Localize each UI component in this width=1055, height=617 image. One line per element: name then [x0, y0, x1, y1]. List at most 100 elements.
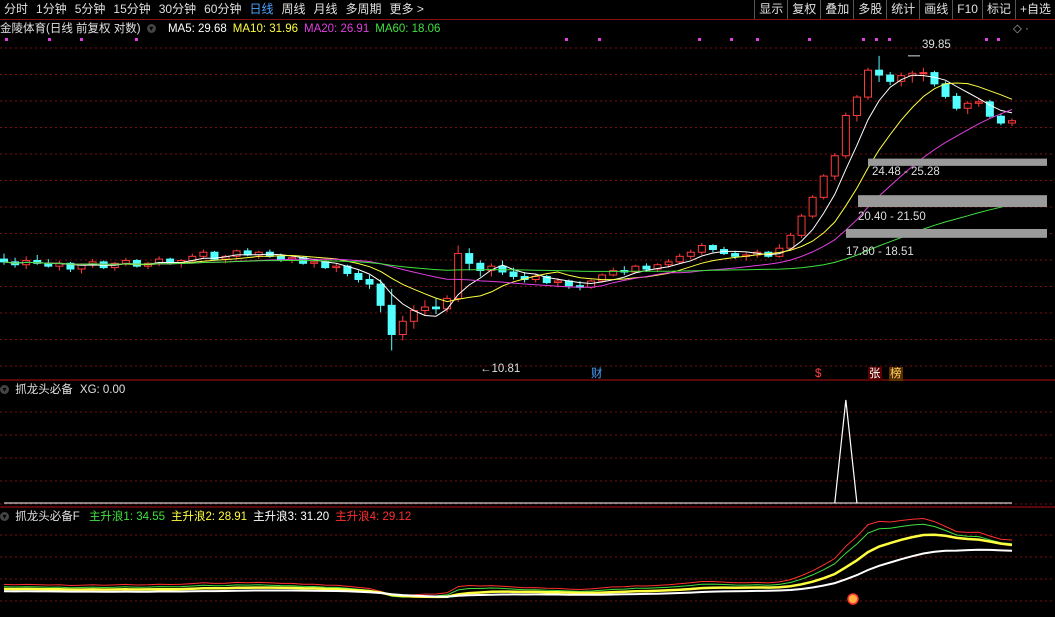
- candle-body: [443, 298, 452, 310]
- period-tab-3[interactable]: 15分钟: [109, 0, 154, 19]
- signal-dot: [997, 38, 1000, 41]
- ma-label-2: MA20: 26.91: [304, 23, 370, 35]
- candle-body: [675, 255, 684, 263]
- dividend-event-marker[interactable]: $: [815, 367, 821, 381]
- candle-body: [0, 258, 8, 263]
- toolbar-button-4[interactable]: 统计: [886, 0, 919, 19]
- period-tab-0[interactable]: 分时: [0, 0, 32, 19]
- candle-body: [697, 245, 706, 253]
- candle-body: [365, 278, 374, 285]
- candle-body: [498, 265, 507, 273]
- candle-body: [465, 253, 474, 264]
- toolbar-buttons: 显示 复权 叠加 多股 统计 画线 F10 标记 +自选: [754, 0, 1055, 19]
- period-tab-8[interactable]: 月线: [310, 0, 342, 19]
- gap-label-3: 17.80 - 18.51: [846, 246, 914, 258]
- candle-body: [432, 306, 440, 310]
- candle-body: [808, 196, 817, 217]
- high-price-label: 39.85: [922, 39, 951, 51]
- candle-body: [420, 306, 429, 312]
- toolbar-button-7[interactable]: 标记: [981, 0, 1015, 19]
- signal-dot: [808, 38, 811, 41]
- stock-title: 金陵体育(日线 前复权 对数): [0, 23, 141, 35]
- low-price-label: ←10.81: [480, 363, 521, 375]
- toolbar-button-5[interactable]: 画线: [919, 0, 952, 19]
- main-panel-header: 金陵体育(日线 前复权 对数) ▾ MA5: 29.68 MA10: 31.96 M…: [0, 22, 440, 36]
- candle-body: [731, 253, 740, 257]
- more-menu[interactable]: 更多 >: [386, 0, 428, 19]
- rank-list-event-marker[interactable]: 榜: [889, 367, 903, 381]
- toolbar-button-6[interactable]: F10: [952, 0, 982, 19]
- period-toolbar: 分时 1分钟 5分钟 15分钟 30分钟 60分钟 日线 周线 月线 多周期 更多 > 显示 复权 叠加…: [0, 0, 1055, 20]
- xg-spike: [834, 399, 858, 504]
- panel-settings-icon[interactable]: ▾: [0, 512, 9, 522]
- toolbar-button-3[interactable]: 多股: [853, 0, 886, 19]
- period-tab-9[interactable]: 多周期: [342, 0, 386, 19]
- signal-dot: [698, 38, 701, 41]
- gap-label-2: 20.40 - 21.50: [858, 211, 926, 223]
- panel-options-icon[interactable]: ◇ ·: [1013, 22, 1029, 36]
- candle-body: [598, 274, 607, 282]
- toolbar-button-2[interactable]: 叠加: [820, 0, 853, 19]
- wave-label-3: 主升浪4: 29.12: [335, 511, 412, 523]
- period-tabs: 分时 1分钟 5分钟 15分钟 30分钟 60分钟 日线 周线 月线 多周期 更多 >: [0, 0, 428, 19]
- toolbar-button-8[interactable]: +自选: [1014, 0, 1055, 19]
- finance-event-marker[interactable]: 财: [591, 367, 603, 381]
- chart-area[interactable]: [0, 19, 1055, 617]
- signal-dot: [730, 38, 733, 41]
- signal-dot: [756, 38, 759, 41]
- xg-panel-header: ▾ 抓龙头必备 XG: 0.00: [0, 383, 125, 397]
- gap-band: [846, 228, 1047, 238]
- signal-dot: [565, 38, 568, 41]
- candle-body: [332, 265, 341, 269]
- candle-body: [797, 215, 806, 236]
- candle-body: [642, 265, 651, 270]
- ma-label-1: MA10: 31.96: [232, 23, 299, 35]
- signal-dot: [985, 38, 988, 41]
- ma-label-3: MA60: 18.06: [375, 23, 441, 35]
- period-tab-2[interactable]: 5分钟: [71, 0, 110, 19]
- candle-body: [952, 95, 961, 109]
- candle-body: [321, 261, 330, 269]
- candle-body: [708, 245, 717, 251]
- wave-line-2: [3, 533, 1013, 599]
- toolbar-button-1[interactable]: 复权: [787, 0, 820, 19]
- candle-body: [132, 259, 141, 267]
- signal-dot: [80, 38, 83, 41]
- golden-cross-marker: [847, 593, 859, 605]
- gap-label-1: 24.48 - 25.28: [872, 166, 940, 178]
- ma-label-0: MA5: 29.68: [167, 23, 227, 35]
- period-tab-4[interactable]: 30分钟: [155, 0, 200, 19]
- period-tab-1[interactable]: 1分钟: [32, 0, 71, 19]
- panel-settings-icon[interactable]: ▾: [0, 385, 9, 395]
- candle-body: [354, 272, 363, 280]
- toolbar-button-0[interactable]: 显示: [754, 0, 787, 19]
- signal-dot: [48, 38, 51, 41]
- panel-settings-icon[interactable]: ▾: [146, 24, 156, 34]
- candle-body: [310, 261, 319, 264]
- period-tab-7[interactable]: 周线: [277, 0, 309, 19]
- candle-body: [199, 251, 208, 257]
- candle-body: [852, 96, 861, 116]
- xg-value: XG: 0.00: [79, 384, 126, 396]
- candle-body: [387, 304, 396, 335]
- wave-labels: 主升浪1: 34.55 主升浪2: 28.91 主升浪3: 31.20 主升浪4: 2…: [83, 511, 411, 523]
- period-tab-6[interactable]: 日线: [245, 0, 277, 19]
- candle-body: [398, 320, 407, 335]
- candle-body: [454, 253, 463, 300]
- chevron-right-icon: >: [416, 2, 424, 16]
- candle-body: [509, 271, 518, 277]
- candle-body: [996, 115, 1005, 124]
- candle-body: [941, 83, 950, 97]
- candle-body: [587, 280, 596, 288]
- signal-dot: [598, 38, 601, 41]
- limit-up-event-marker[interactable]: 张: [868, 367, 882, 381]
- period-tab-5[interactable]: 60分钟: [200, 0, 245, 19]
- candle-body: [686, 251, 695, 257]
- ma-labels: MA5: 29.68 MA10: 31.96 MA20: 26.91 MA60: 18…: [162, 23, 440, 35]
- candle-body: [553, 280, 562, 284]
- wave-label-2: 主升浪3: 31.20: [253, 511, 330, 523]
- signal-dot: [862, 38, 865, 41]
- wave-label-0: 主升浪1: 34.55: [88, 511, 166, 523]
- candle-body: [841, 114, 850, 157]
- candle-body: [875, 69, 884, 76]
